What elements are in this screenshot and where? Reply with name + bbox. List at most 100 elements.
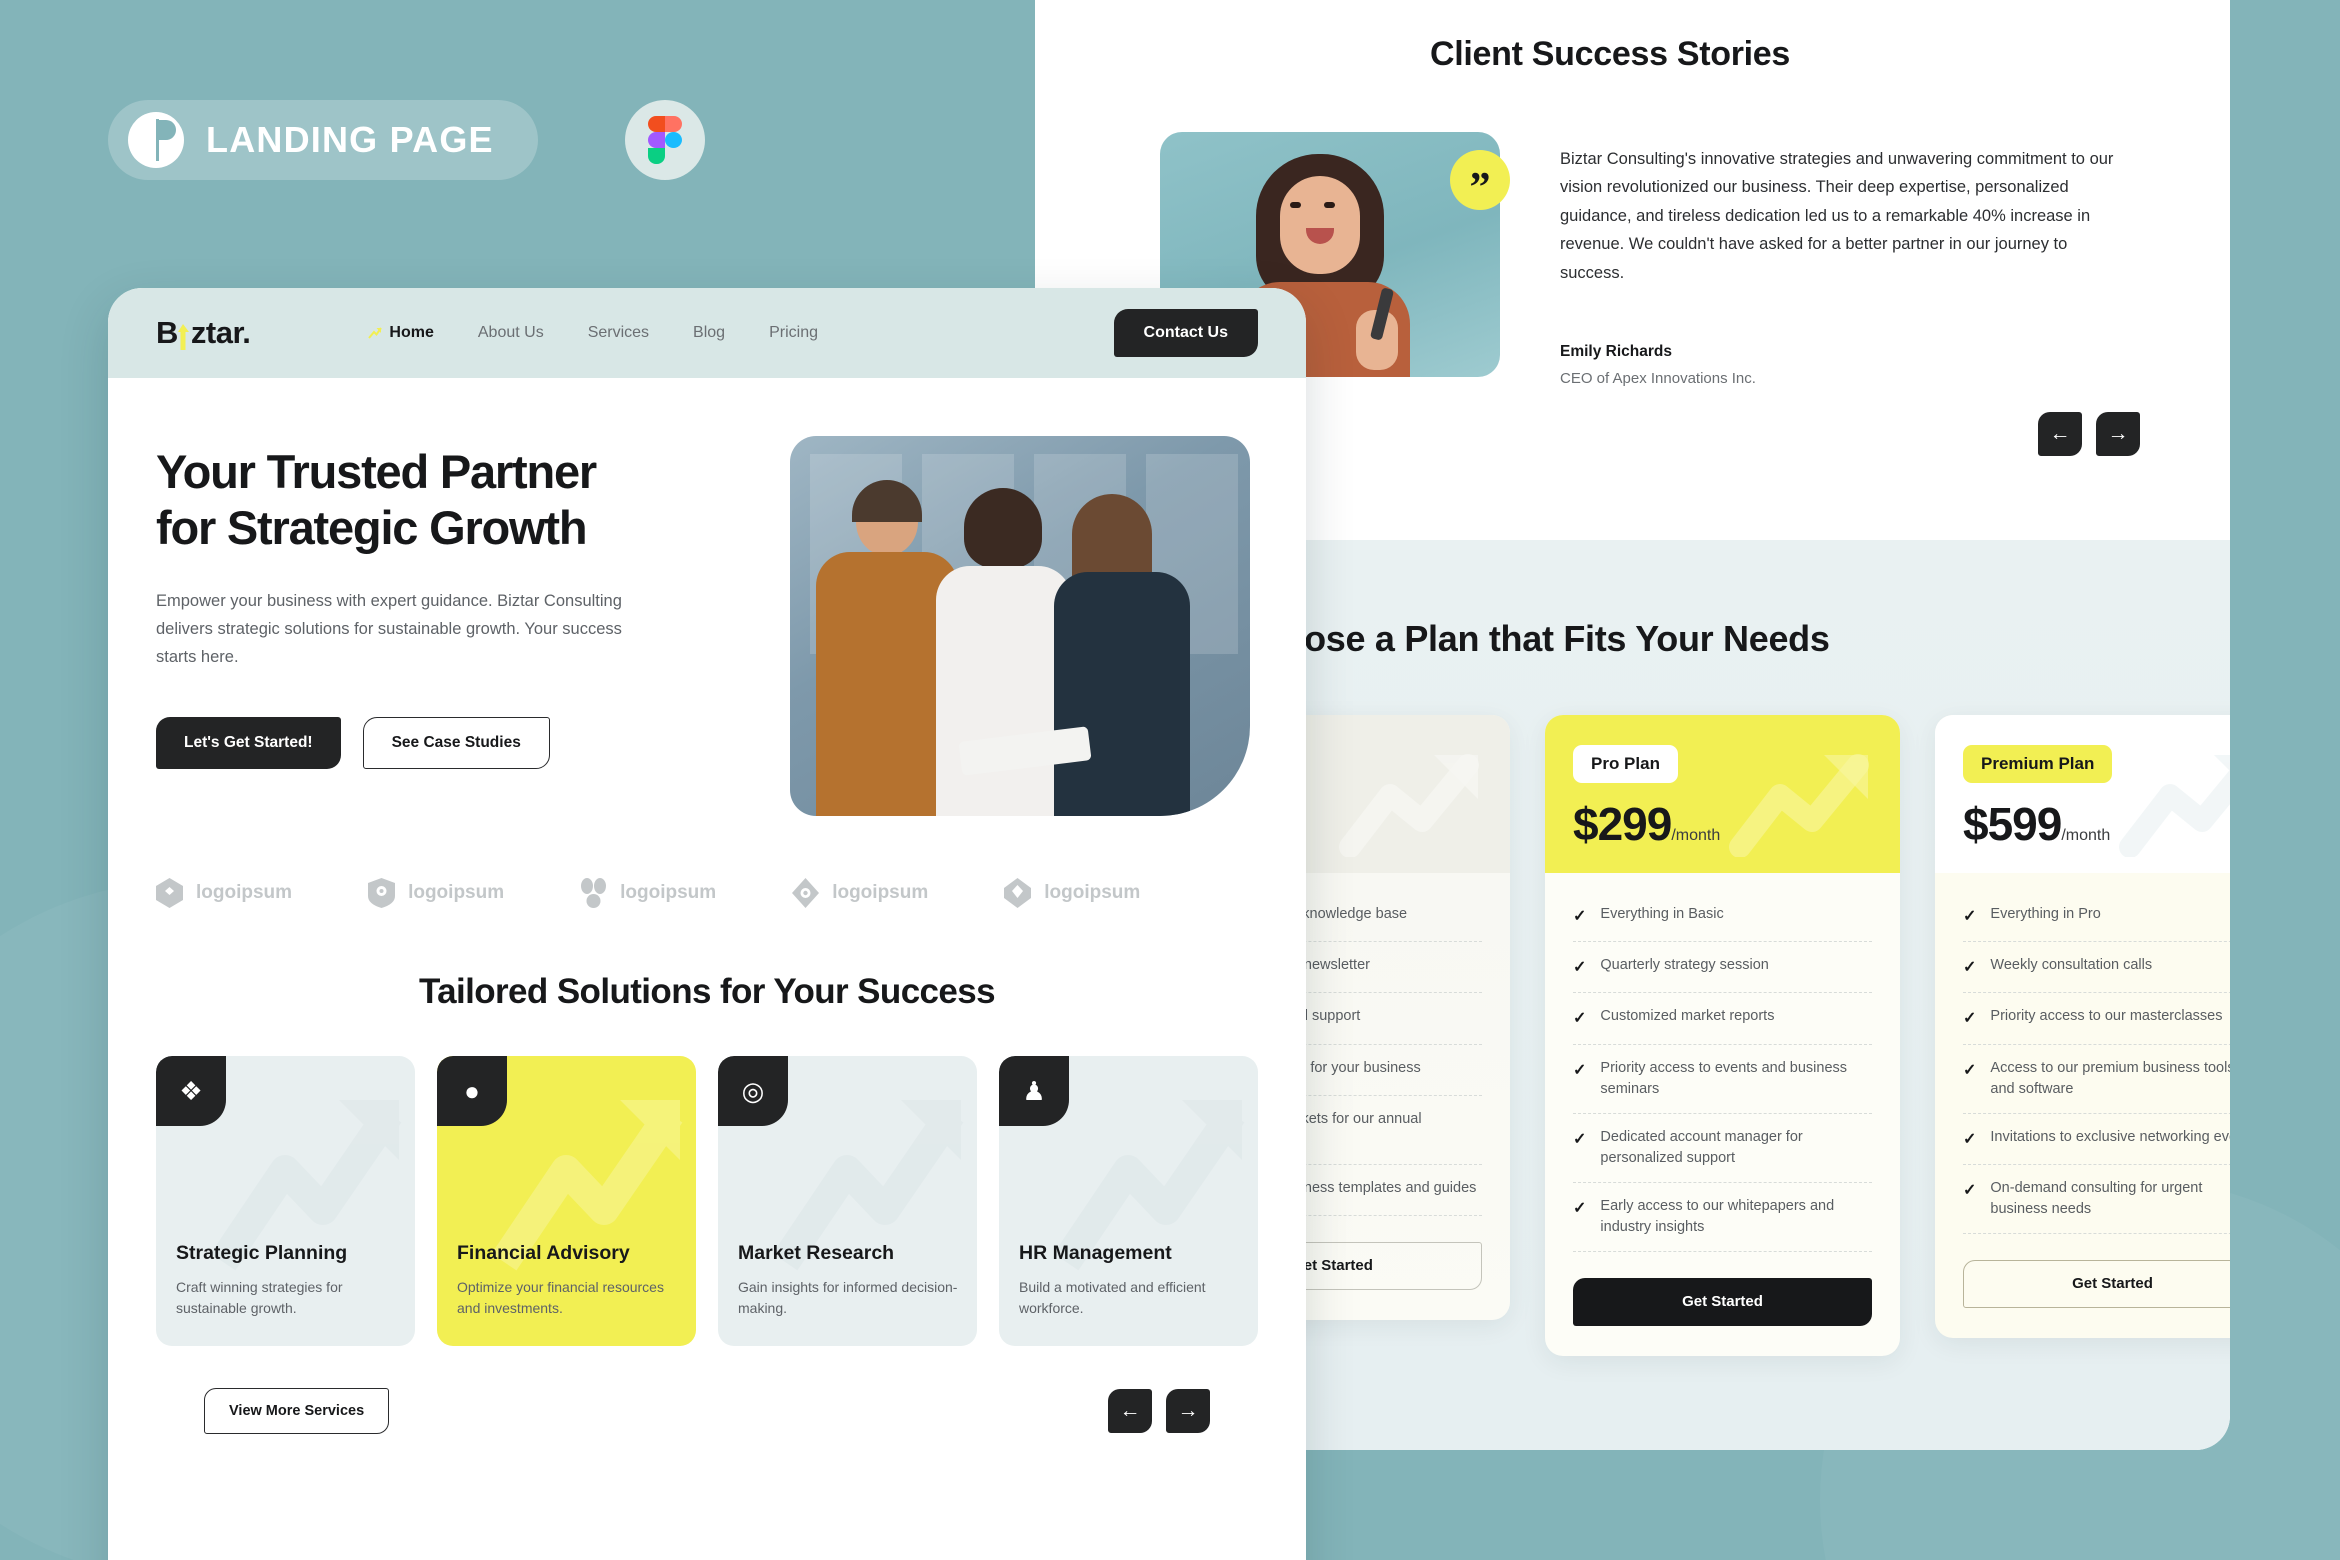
plan-price-pro: $299/month xyxy=(1573,798,1721,850)
service-card-title: Financial Advisory xyxy=(457,1241,630,1264)
hero-text-block: Your Trusted Partner for Strategic Growt… xyxy=(156,436,756,816)
services-title: Tailored Solutions for Your Success xyxy=(418,972,996,1011)
client-logo-label: logoipsum xyxy=(1044,882,1141,903)
figma-glyph xyxy=(648,116,682,164)
plan-cta-wrapper: Get Started xyxy=(1545,1252,1900,1356)
molecule-logo-icon xyxy=(581,878,607,908)
testimonial-prev-button[interactable]: ← xyxy=(2038,412,2082,456)
plan-feature-item: ✓ Priority access to our masterclasses xyxy=(1963,993,2230,1045)
plan-price-premium: $599/month xyxy=(1963,798,2111,850)
plan-feature-item: ✓ Early access to our whitepapers and ind… xyxy=(1573,1183,1872,1252)
brand-name-start: B xyxy=(156,315,178,350)
testimonial-carousel-controls: ← → xyxy=(2038,412,2140,456)
plan-feature-item: ✓ Everything in Basic xyxy=(1573,891,1872,943)
pricing-card-header: Premium Plan $599/month xyxy=(1935,715,2230,873)
check-icon: ✓ xyxy=(1963,1181,1977,1199)
see-case-studies-button[interactable]: See Case Studies xyxy=(362,716,550,769)
services-next-button[interactable]: → xyxy=(1166,1389,1210,1433)
navbar: Bztar. Home About Us Services Blog Prici… xyxy=(108,288,1306,378)
hero-title: Your Trusted Partner for Strategic Growt… xyxy=(156,444,756,557)
people-group-icon: ♟ xyxy=(999,1056,1069,1126)
landing-page-badge: LANDING PAGE xyxy=(108,100,538,180)
puzzle-icon: ❖ xyxy=(156,1056,226,1126)
services-carousel-controls: ← → xyxy=(1108,1389,1210,1433)
check-icon: ✓ xyxy=(1963,1010,1977,1028)
brand-name-end: ztar. xyxy=(190,315,251,350)
testimonial-author-name: Emily Richards xyxy=(1560,342,1672,360)
client-logo-strip: logoipsum logoipsum logoipsum logoipsum … xyxy=(108,816,1306,908)
trend-up-icon xyxy=(368,327,383,339)
check-icon: ✓ xyxy=(1963,1130,1977,1148)
service-card-text: Financial Advisory Optimize your financi… xyxy=(457,1242,678,1320)
plan-feature-item: ✓ Access to our premium business tools an… xyxy=(1963,1045,2230,1114)
nav-link-services[interactable]: Services xyxy=(588,324,649,342)
service-card-title: Market Research xyxy=(738,1241,895,1264)
figma-icon[interactable] xyxy=(625,100,705,180)
crest-logo-icon xyxy=(1004,878,1032,908)
client-logo-label: logoipsum xyxy=(408,882,505,903)
service-card-hr-management[interactable]: ♟ HR Management Build a motivated and ef… xyxy=(999,1056,1258,1346)
testimonial-quote: Biztar Consulting's innovative strategie… xyxy=(1560,150,2114,282)
view-more-services-button[interactable]: View More Services xyxy=(204,1388,390,1434)
client-logo-label: logoipsum xyxy=(196,882,293,903)
service-card-text: Strategic Planning Craft winning strateg… xyxy=(176,1242,397,1320)
client-logo-2: logoipsum xyxy=(368,878,504,908)
chart-magnifier-icon: ◎ xyxy=(718,1056,788,1126)
landing-page-panel: Bztar. Home About Us Services Blog Prici… xyxy=(108,288,1306,1560)
hero-section: Your Trusted Partner for Strategic Growt… xyxy=(108,378,1306,816)
nav-link-pricing[interactable]: Pricing xyxy=(769,324,818,342)
hero-buttons: Let's Get Started! See Case Studies xyxy=(156,716,756,769)
check-icon: ✓ xyxy=(1573,908,1587,925)
service-card-financial-advisory[interactable]: ● Financial Advisory Optimize your finan… xyxy=(437,1056,696,1346)
nav-link-blog[interactable]: Blog xyxy=(693,324,725,342)
hero-title-line-2: for Strategic Growth xyxy=(156,501,588,555)
get-started-button-premium[interactable]: Get Started xyxy=(1963,1259,2230,1308)
plan-badge-pro: Pro Plan xyxy=(1573,745,1678,783)
check-icon: ✓ xyxy=(1963,908,1977,925)
client-logo-label: logoipsum xyxy=(832,882,929,903)
services-prev-button[interactable]: ← xyxy=(1108,1389,1152,1433)
shield-logo-icon xyxy=(368,878,396,908)
contact-us-button[interactable]: Contact Us xyxy=(1113,309,1258,357)
client-logo-label: logoipsum xyxy=(620,882,717,903)
client-logo-5: logoipsum xyxy=(1004,878,1140,908)
service-card-text: HR Management Build a motivated and effi… xyxy=(1019,1242,1240,1320)
service-card-market-research[interactable]: ◎ Market Research Gain insights for info… xyxy=(718,1056,977,1346)
brand-logo[interactable]: Bztar. xyxy=(156,315,251,351)
plan-feature-item: ✓ Invitations to exclusive networking eve… xyxy=(1963,1114,2230,1165)
plan-cta-wrapper: Get Started xyxy=(1935,1234,2230,1338)
nav-link-about-us[interactable]: About Us xyxy=(478,324,544,342)
lets-get-started-button[interactable]: Let's Get Started! xyxy=(156,716,341,769)
pricing-card-pro[interactable]: Pro Plan $299/month ✓ Everything in Basic… xyxy=(1545,715,1900,1356)
get-started-button-pro[interactable]: Get Started xyxy=(1573,1277,1872,1326)
check-icon: ✓ xyxy=(1963,1061,1977,1079)
service-card-desc: Build a motivated and efficient workforc… xyxy=(1019,1278,1206,1317)
client-logo-4: logoipsum xyxy=(792,878,928,908)
nav-link-label: Home xyxy=(389,324,434,341)
service-card-title: Strategic Planning xyxy=(176,1241,348,1264)
plan-features-pro: ✓ Everything in Basic ✓ Quarterly strategy… xyxy=(1545,873,1900,1252)
plan-feature-item: ✓ On-demand consulting for urgent busines… xyxy=(1963,1165,2230,1234)
service-card-title: HR Management xyxy=(1019,1241,1172,1264)
screenshot-canvas: LANDING PAGE Client Success Stories ” Bi… xyxy=(0,0,2340,1560)
nav-links: Home About Us Services Blog Pricing xyxy=(368,324,818,342)
hexagon-logo-icon xyxy=(156,878,183,908)
client-logo-3: logoipsum xyxy=(580,878,716,908)
hero-image xyxy=(790,436,1250,816)
pricing-card-header: Pro Plan $299/month xyxy=(1545,715,1900,873)
biztar-circle-logo-icon xyxy=(128,112,184,168)
nav-link-home[interactable]: Home xyxy=(368,324,434,342)
landing-page-badge-label: LANDING PAGE xyxy=(206,119,494,160)
plan-badge-premium: Premium Plan xyxy=(1963,745,2113,783)
plan-feature-item: ✓ Dedicated account manager for personali… xyxy=(1573,1114,1872,1183)
testimonial-next-button[interactable]: → xyxy=(2096,412,2140,456)
service-card-list: ❖ Strategic Planning Craft winning strat… xyxy=(156,1056,1258,1346)
hero-title-line-1: Your Trusted Partner xyxy=(156,445,597,498)
service-card-strategic-planning[interactable]: ❖ Strategic Planning Craft winning strat… xyxy=(156,1056,415,1346)
testimonial-author-role: CEO of Apex Innovations Inc. xyxy=(1560,369,1756,387)
pricing-plan-list: Basic Plan $99/month ✓Access to our know… xyxy=(1155,715,2230,1356)
pricing-card-premium[interactable]: Premium Plan $599/month ✓ Everything in P… xyxy=(1935,715,2230,1338)
service-card-text: Market Research Gain insights for inform… xyxy=(738,1242,959,1320)
check-icon: ✓ xyxy=(1573,959,1587,977)
plan-feature-item: ✓ Weekly consultation calls xyxy=(1963,942,2230,994)
